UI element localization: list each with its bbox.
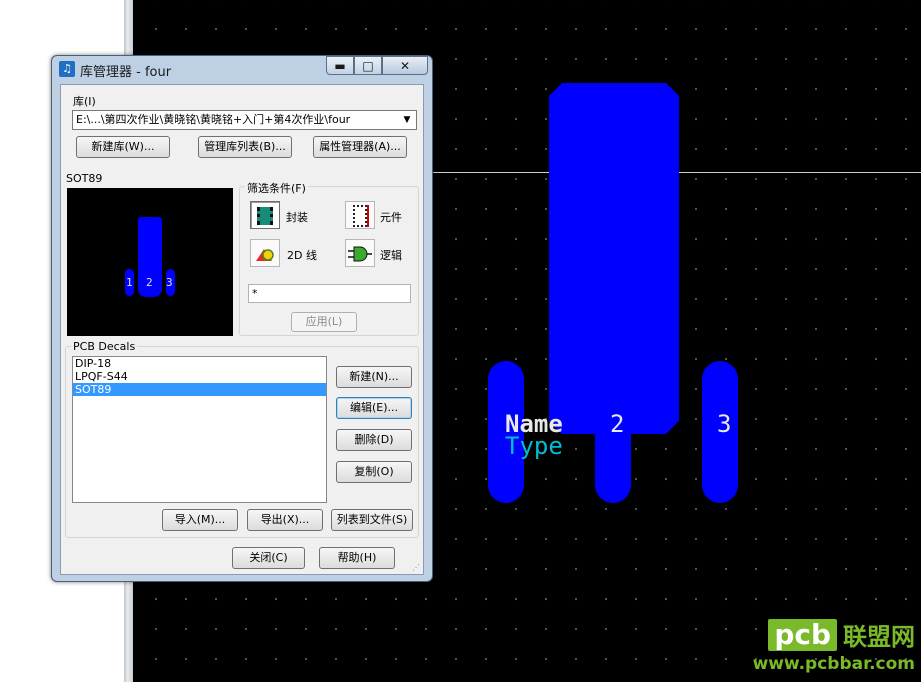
pad-2-lead[interactable] [595,430,631,503]
decal-preview: 1 2 3 [67,188,233,336]
library-combo[interactable]: E:\...\第四次作业\黄晓铭\黄晓铭+入门+第4次作业\four ▼ [72,110,417,130]
pad-2-tab-shape [549,83,679,434]
2d-line-icon [256,248,274,261]
decal-icon [257,206,273,225]
export-button[interactable]: 导出(X)... [247,509,323,531]
list-to-file-button[interactable]: 列表到文件(S) [331,509,413,531]
library-label: 库(I) [73,95,96,108]
preview-label: SOT89 [66,172,103,185]
close-window-button[interactable]: ✕ [382,56,428,75]
import-button[interactable]: 导入(M)... [162,509,238,531]
list-item[interactable]: DIP-18 [73,357,326,370]
copy-decal-button[interactable]: 复制(O) [336,461,412,483]
manage-library-list-button[interactable]: 管理库列表(B)... [198,136,292,158]
watermark-brand: pcb [768,618,837,651]
new-library-button[interactable]: 新建库(W)... [76,136,170,158]
watermark: pcb 联盟网 www.pcbbar.com [753,617,915,674]
attribute-manager-button[interactable]: 属性管理器(A)... [313,136,407,158]
logic-icon [348,246,372,261]
library-manager-dialog: ♫ 库管理器 - four ▬ □ ✕ 库(I) E:\...\第四次作业\黄晓… [51,55,433,582]
decal-list[interactable]: DIP-18 LPQF-S44 SOT89 [72,356,327,503]
edit-decal-button[interactable]: 编辑(E)... [336,397,412,419]
dialog-client-area: 库(I) E:\...\第四次作业\黄晓铭\黄晓铭+入门+第4次作业\four … [60,84,424,575]
close-button[interactable]: 关闭(C) [232,547,305,569]
chevron-down-icon[interactable]: ▼ [400,111,414,129]
filter-logic-toggle[interactable] [345,239,375,267]
delete-decal-button[interactable]: 删除(D) [336,429,412,451]
filter-part-toggle[interactable] [345,201,375,229]
preview-pin-2: 2 [146,276,153,289]
watermark-url: www.pcbbar.com [752,654,915,674]
filter-2d-line-toggle[interactable] [250,239,280,267]
maximize-button[interactable]: □ [354,56,382,75]
filter-text-input[interactable]: * [248,284,411,303]
new-decal-button[interactable]: 新建(N)... [336,366,412,388]
title-bar[interactable]: ♫ 库管理器 - four ▬ □ ✕ [52,56,432,83]
decals-label: PCB Decals [71,340,138,353]
minimize-button[interactable]: ▬ [326,56,354,75]
resize-grip-icon[interactable]: ⋰ [412,563,422,573]
filter-decal-toggle[interactable] [250,201,280,229]
list-item-selected[interactable]: SOT89 [73,383,326,396]
apply-button[interactable]: 应用(L) [291,312,357,332]
type-label[interactable]: Type [505,432,563,460]
window-title: 库管理器 - four [80,65,172,80]
watermark-cn: 联盟网 [843,623,915,651]
pad-label-3: 3 [717,410,732,438]
pad-label-2: 2 [610,410,625,438]
filter-logic-label: 逻辑 [380,249,402,262]
filter-decal-label: 封装 [286,211,308,224]
library-path: E:\...\第四次作业\黄晓铭\黄晓铭+入门+第4次作业\four [76,113,351,126]
filter-label: 筛选条件(F) [245,180,308,196]
filter-2d-line-label: 2D 线 [287,249,317,262]
list-item[interactable]: LPQF-S44 [73,370,326,383]
preview-pin-1: 1 [126,276,133,289]
help-button[interactable]: 帮助(H) [319,547,395,569]
filter-part-label: 元件 [380,211,402,224]
preview-pin-3: 3 [166,276,173,289]
part-icon [353,204,367,227]
app-icon: ♫ [59,61,75,77]
